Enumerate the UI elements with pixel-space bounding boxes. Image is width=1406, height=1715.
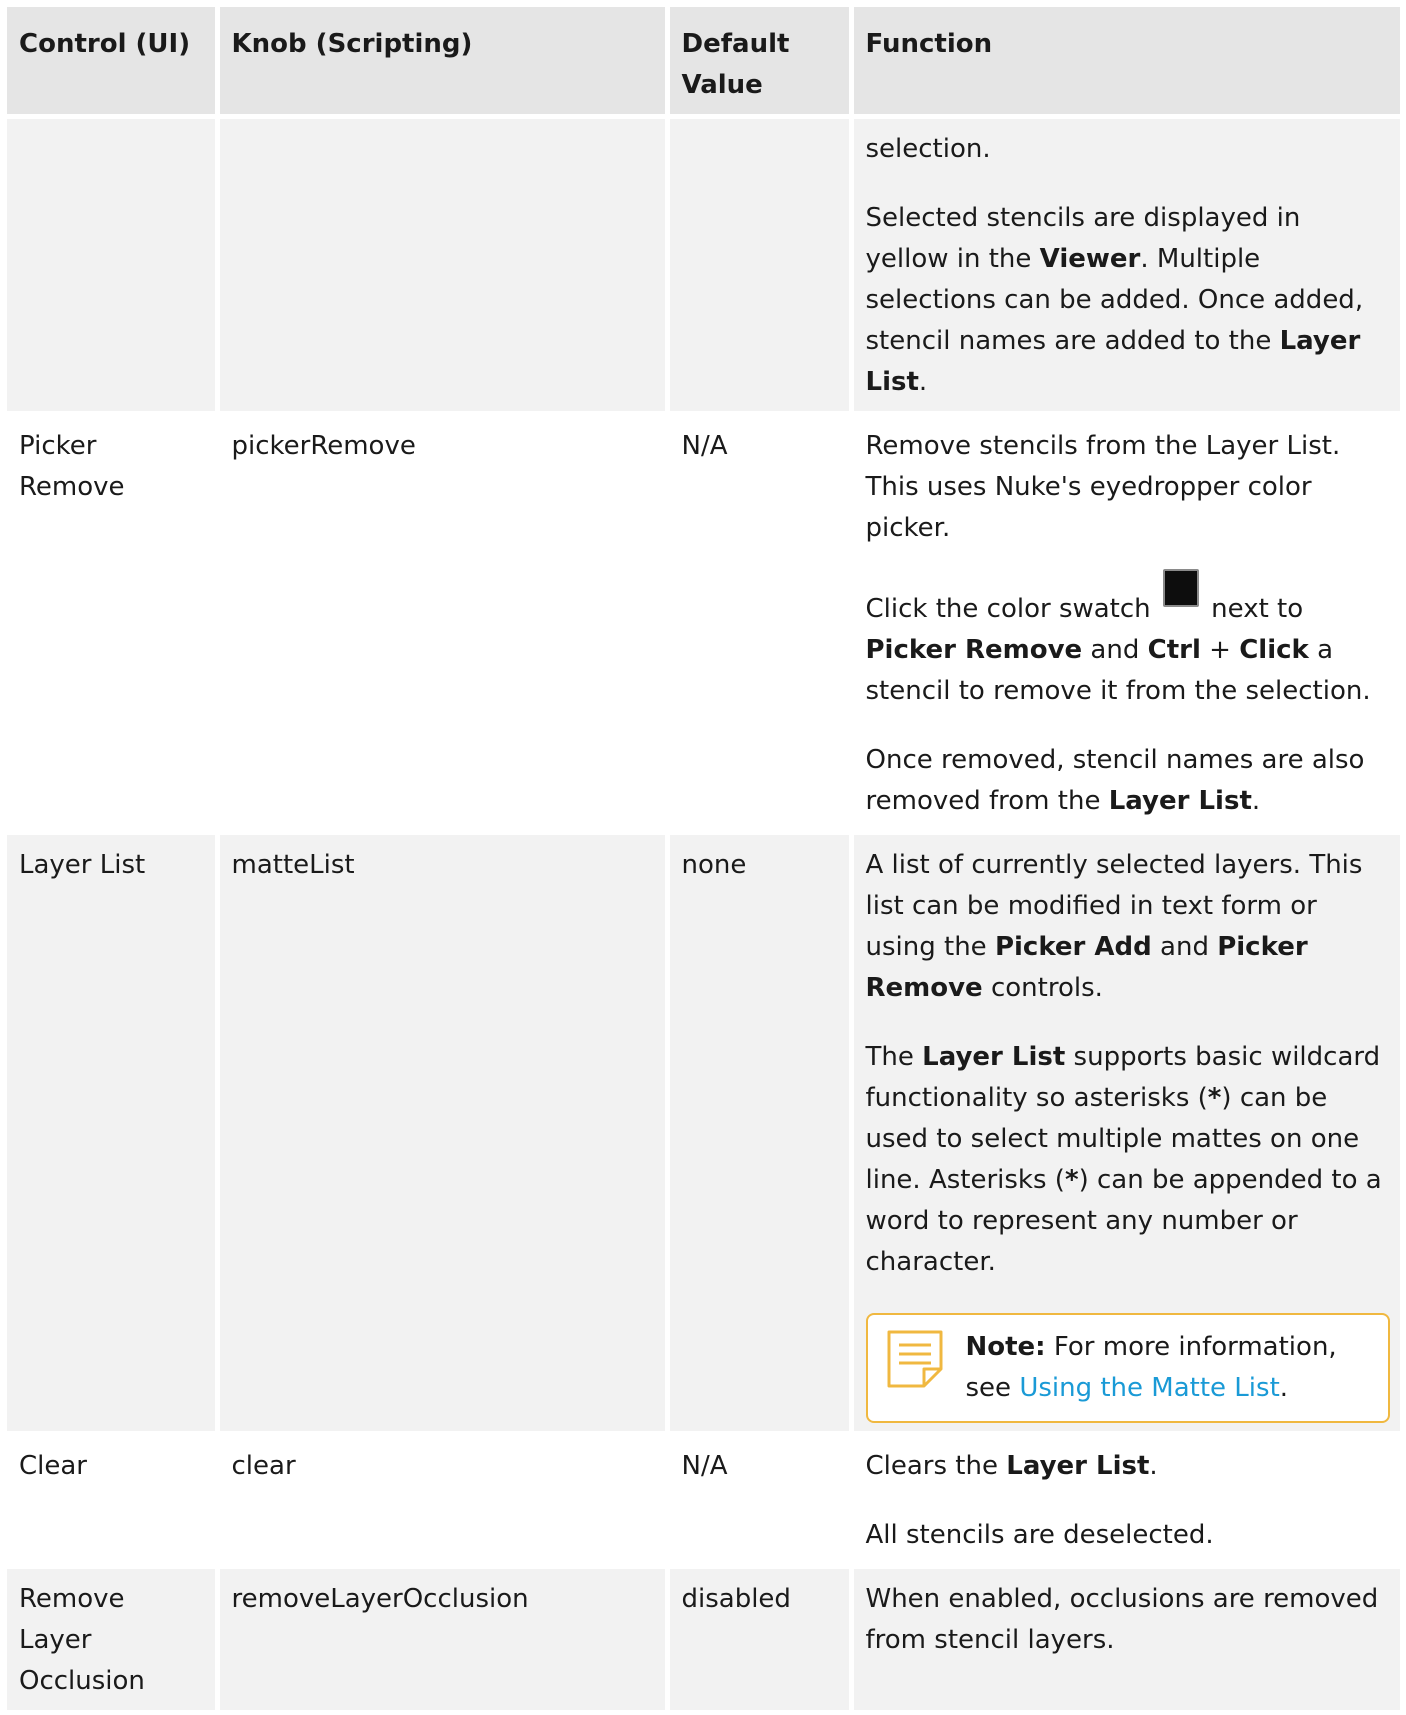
function-paragraph: Remove stencils from the Layer List. Thi… xyxy=(865,431,1341,543)
parameters-table: Control (UI) Knob (Scripting) Default Val… xyxy=(7,7,1400,1715)
cell-default: disabled xyxy=(667,1566,854,1715)
matte-list-link[interactable]: Using the Matte List xyxy=(1019,1373,1279,1403)
header-default-value: Default Value xyxy=(667,7,854,119)
note-label: Note: xyxy=(965,1332,1046,1362)
table-row: Remove Layer Occlusion removeLayerOcclus… xyxy=(7,1566,1400,1715)
note-text: Note: For more information, see Using th… xyxy=(965,1332,1337,1403)
header-function: Function xyxy=(851,7,1400,119)
cell-control: Picker Remove xyxy=(7,413,220,835)
table-row: selection. Selected stencils are display… xyxy=(7,116,1400,416)
function-paragraph: Click the color swatch next to Picker Re… xyxy=(866,569,1389,712)
cell-default: N/A xyxy=(667,1433,854,1569)
cell-knob xyxy=(217,116,670,416)
function-paragraph: Clears the Layer List. xyxy=(865,1451,1158,1481)
cell-control xyxy=(7,116,220,416)
table-row: Picker Remove pickerRemove N/A Remove st… xyxy=(7,413,1400,835)
function-paragraph: selection. xyxy=(865,134,991,164)
cell-function: Remove stencils from the Layer List. Thi… xyxy=(851,413,1400,835)
function-paragraph: A list of currently selected layers. Thi… xyxy=(865,850,1363,1003)
header-knob: Knob (Scripting) xyxy=(217,7,670,119)
cell-knob: removeLayerOcclusion xyxy=(217,1566,670,1715)
function-paragraph: The Layer List supports basic wildcard f… xyxy=(865,1042,1382,1277)
cell-control: Remove Layer Occlusion xyxy=(7,1566,220,1715)
table-row: Clear clear N/A Clears the Layer List. A… xyxy=(7,1433,1400,1569)
color-swatch-icon xyxy=(1162,569,1199,607)
cell-function: selection. Selected stencils are display… xyxy=(851,116,1400,416)
cell-default xyxy=(667,116,854,416)
cell-function: A list of currently selected layers. Thi… xyxy=(851,832,1400,1436)
function-paragraph: All stencils are deselected. xyxy=(865,1520,1214,1550)
cell-function: Clears the Layer List. All stencils are … xyxy=(851,1433,1400,1569)
header-row: Control (UI) Knob (Scripting) Default Val… xyxy=(7,7,1400,119)
header-control: Control (UI) xyxy=(7,7,220,119)
cell-default: none xyxy=(667,832,854,1436)
cell-knob: matteList xyxy=(217,832,670,1436)
function-paragraph: When enabled, occlusions are removed fro… xyxy=(865,1584,1379,1655)
note-box: Note: For more information, see Using th… xyxy=(865,1313,1390,1423)
cell-control: Clear xyxy=(7,1433,220,1569)
function-paragraph: Selected stencils are displayed in yello… xyxy=(865,203,1364,397)
cell-control: Layer List xyxy=(7,832,220,1436)
cell-default: N/A xyxy=(667,413,854,835)
function-paragraph: Once removed, stencil names are also rem… xyxy=(865,745,1365,816)
cell-knob: clear xyxy=(217,1433,670,1569)
note-icon xyxy=(887,1330,942,1388)
cell-knob: pickerRemove xyxy=(217,413,670,835)
table-row: Layer List matteList none A list of curr… xyxy=(7,832,1400,1436)
cell-function: When enabled, occlusions are removed fro… xyxy=(851,1566,1400,1715)
